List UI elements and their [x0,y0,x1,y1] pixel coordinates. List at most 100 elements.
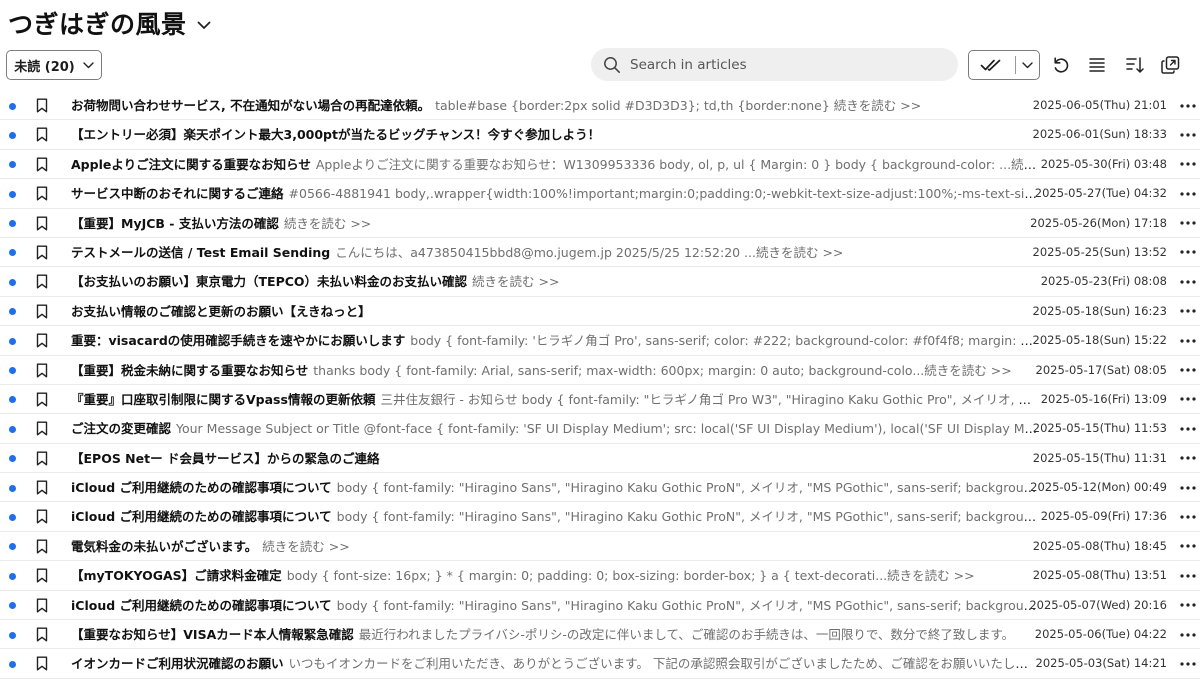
article-date: 2025-05-06(Tue) 04:22 [1034,627,1167,642]
article-entry[interactable]: ご注文の変更確認 Your Message Subject or Title @f… [71,414,1039,443]
article-row[interactable]: お支払い情報のご確認と更新のお願い【えきねっと】 2025-05-18(Sun) … [0,297,1200,327]
article-date: 2025-05-18(Sun) 16:23 [1032,303,1167,318]
more-options-icon[interactable] [1179,451,1197,466]
article-row[interactable]: 【お支払いのお願い】東京電力（TEPCO）未払い料金のお支払い確認 続きを読む >… [0,267,1200,297]
article-entry[interactable]: 【エントリー必須】楽天ポイント最大3,000ptが当たるビッグチャンス！今すぐ参… [71,120,1039,149]
article-entry[interactable]: 【EPOS Netー ド会員サービス】からの緊急のご連絡 [71,444,1039,473]
article-row[interactable]: サービス中断のおそれに関するご連絡 #0566-4881941 body,.wra… [0,179,1200,209]
chevron-down-icon [83,61,94,69]
article-entry[interactable]: iCloud ご利用継続のための確認事項について body { font-fami… [71,473,1039,502]
article-entry[interactable]: 【myTOKYOGAS】ご請求料金確定 body { font-size: 16p… [71,561,1039,590]
bookmark-icon[interactable] [35,538,49,555]
more-options-icon[interactable] [1179,539,1197,554]
article-entry[interactable]: お荷物問い合わせサービス, 不在通知がない場合の再配達依頼。 table#base… [71,91,1039,120]
article-row[interactable]: 【重要】税金未納に関する重要なお知らせ thanks body { font-fa… [0,356,1200,385]
more-options-icon[interactable] [1179,627,1197,642]
bookmark-icon[interactable] [35,273,49,290]
open-in-new-icon [1160,55,1181,75]
bookmark-icon[interactable] [35,215,49,232]
article-row[interactable]: 【EPOS Netー ド会員サービス】からの緊急のご連絡 2025-05-15(T… [0,444,1200,474]
more-options-icon[interactable] [1179,392,1197,407]
more-options-icon[interactable] [1179,509,1197,524]
bookmark-icon[interactable] [35,244,49,261]
bookmark-icon[interactable] [35,391,49,408]
more-options-icon[interactable] [1179,127,1197,142]
bookmark-icon[interactable] [35,420,49,437]
mark-all-read-button[interactable] [969,51,1015,79]
article-entry[interactable]: 『重要』口座取引制限に関するVpass情報の更新依頼 三井住友銀行 - お知らせ … [71,385,1039,414]
article-row[interactable]: ご注文の変更確認 Your Message Subject or Title @f… [0,414,1200,444]
article-date: 2025-05-18(Sun) 15:22 [1032,333,1167,348]
bookmark-icon[interactable] [35,655,49,672]
article-entry[interactable]: 【重要】MyJCB - 支払い方法の確認 続きを読む >> [71,209,1039,238]
more-options-icon[interactable] [1179,363,1197,378]
more-options-icon[interactable] [1179,333,1197,348]
bookmark-icon[interactable] [35,508,49,525]
more-options-icon[interactable] [1179,245,1197,260]
unread-dot-icon [9,572,16,580]
view-mode-button[interactable] [1083,52,1111,78]
article-entry[interactable]: 【重要】税金未納に関する重要なお知らせ thanks body { font-fa… [71,356,1039,385]
article-entry[interactable]: 【お支払いのお願い】東京電力（TEPCO）未払い料金のお支払い確認 続きを読む >… [71,267,1039,296]
article-title: 【EPOS Netー ド会員サービス】からの緊急のご連絡 [71,450,380,466]
article-entry[interactable]: 重要：visacardの使用確認手続きを速やかにお願いします body { fon… [71,326,1039,355]
article-entry[interactable]: iCloud ご利用継続のための確認事項について body { font-fami… [71,502,1039,531]
more-options-icon[interactable] [1179,157,1197,172]
article-row[interactable]: テストメールの送信 / Test Email Sending こんにちは、a473… [0,238,1200,268]
more-options-icon[interactable] [1179,480,1197,495]
more-options-icon[interactable] [1179,304,1197,319]
article-row[interactable]: 重要：visacardの使用確認手続きを速やかにお願いします body { fon… [0,326,1200,356]
open-all-button[interactable] [1156,52,1184,78]
more-options-icon[interactable] [1179,98,1197,113]
article-row[interactable]: 【重要なお知らせ】VISAカード本人情報緊急確認 最近行われましたプライバシ-ポリ… [0,620,1200,650]
article-row[interactable]: 【エントリー必須】楽天ポイント最大3,000ptが当たるビッグチャンス！今すぐ参… [0,120,1200,150]
bookmark-icon[interactable] [35,303,49,320]
article-row[interactable]: iCloud ご利用継続のための確認事項について body { font-fami… [0,591,1200,621]
bookmark-icon[interactable] [35,597,49,614]
article-entry[interactable]: イオンカードご利用状況確認のお願い いつもイオンカードをご利用いただき、ありがとう… [71,649,1039,678]
article-entry[interactable]: 【重要なお知らせ】VISAカード本人情報緊急確認 最近行われましたプライバシ-ポリ… [71,620,1039,649]
article-entry[interactable]: iCloud ご利用継続のための確認事項について body { font-fami… [71,591,1039,620]
more-options-icon[interactable] [1179,421,1197,436]
bookmark-icon[interactable] [35,185,49,202]
more-options-icon[interactable] [1179,186,1197,201]
sort-button[interactable] [1120,52,1148,78]
bookmark-icon[interactable] [35,567,49,584]
more-options-icon[interactable] [1179,656,1197,671]
more-options-icon[interactable] [1179,598,1197,613]
article-row[interactable]: 『重要』口座取引制限に関するVpass情報の更新依頼 三井住友銀行 - お知らせ … [0,385,1200,415]
article-row[interactable]: Appleよりご注文に関する重要なお知らせ Appleよりご注文に関する重要なお知… [0,150,1200,180]
article-summary: Your Message Subject or Title @font-face… [176,421,1039,437]
bookmark-icon[interactable] [35,126,49,143]
more-options-icon[interactable] [1179,274,1197,289]
bookmark-icon[interactable] [35,97,49,114]
article-entry[interactable]: Appleよりご注文に関する重要なお知らせ Appleよりご注文に関する重要なお知… [71,150,1039,179]
article-entry[interactable]: お支払い情報のご確認と更新のお願い【えきねっと】 [71,297,1039,326]
article-row[interactable]: お荷物問い合わせサービス, 不在通知がない場合の再配達依頼。 table#base… [0,91,1200,121]
article-entry[interactable]: テストメールの送信 / Test Email Sending こんにちは、a473… [71,238,1039,267]
mark-read-options-button[interactable] [1016,51,1039,79]
article-row[interactable]: iCloud ご利用継続のための確認事項について body { font-fami… [0,502,1200,532]
bookmark-icon[interactable] [35,450,49,467]
unread-filter-dropdown[interactable]: 未読 (20) [6,50,102,80]
more-options-icon[interactable] [1179,568,1197,583]
article-row[interactable]: 電気料金の未払いがございます。 続きを読む >> 2025-05-08(Thu) 1… [0,532,1200,562]
article-row[interactable]: iCloud ご利用継続のための確認事項について body { font-fami… [0,473,1200,503]
chevron-down-icon[interactable] [197,17,211,30]
bookmark-icon[interactable] [35,626,49,643]
article-entry[interactable]: 電気料金の未払いがございます。 続きを読む >> [71,532,1039,561]
bookmark-icon[interactable] [35,479,49,496]
article-summary: Appleよりご注文に関する重要なお知らせ：W1309953336 body, … [315,156,1039,172]
article-entry[interactable]: サービス中断のおそれに関するご連絡 #0566-4881941 body,.wra… [71,179,1039,208]
article-row[interactable]: 【myTOKYOGAS】ご請求料金確定 body { font-size: 16p… [0,561,1200,591]
article-title: 【myTOKYOGAS】ご請求料金確定 [71,568,282,584]
article-row[interactable]: イオンカードご利用状況確認のお願い いつもイオンカードをご利用いただき、ありがとう… [0,649,1200,679]
bookmark-icon[interactable] [35,332,49,349]
more-options-icon[interactable] [1179,216,1197,231]
search-input[interactable] [630,56,930,73]
refresh-button[interactable] [1047,52,1075,78]
article-row[interactable]: 【重要】MyJCB - 支払い方法の確認 続きを読む >> 2025-05-26(M… [0,209,1200,238]
bookmark-icon[interactable] [35,362,49,379]
bookmark-icon[interactable] [35,156,49,173]
sort-icon [1125,56,1144,74]
